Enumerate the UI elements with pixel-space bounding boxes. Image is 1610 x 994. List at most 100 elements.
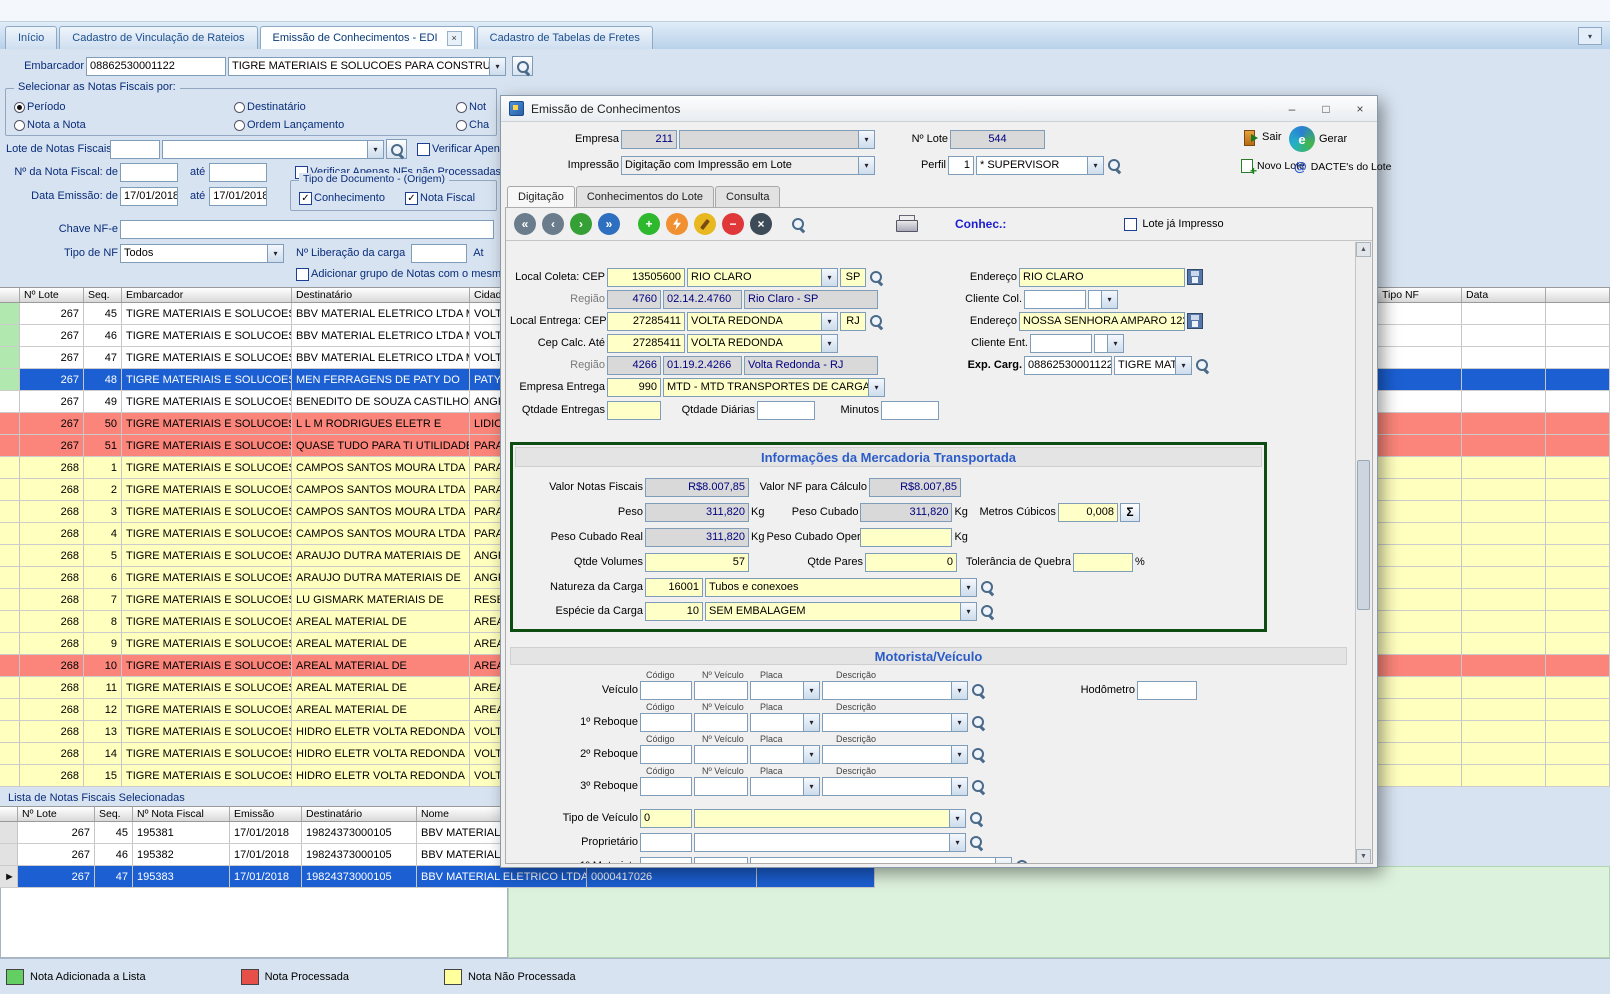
menu-item[interactable] — [120, 8, 138, 14]
close-tab-icon[interactable]: × — [447, 31, 462, 46]
menu-item[interactable] — [66, 8, 84, 14]
lote-field[interactable]: 544 — [950, 130, 1045, 149]
nav-first-button[interactable]: « — [514, 213, 536, 235]
chave-input[interactable] — [120, 220, 494, 239]
coleta-search-button[interactable] — [868, 269, 885, 286]
lote-input[interactable] — [110, 140, 160, 159]
menu-item[interactable] — [138, 8, 156, 14]
tab-conhecimentos-lote[interactable]: Conhecimentos do Lote — [576, 186, 714, 207]
reboque1-codigo-input[interactable] — [640, 713, 692, 732]
empresa-entrega-codigo-input[interactable]: 990 — [607, 378, 661, 397]
maximize-button[interactable]: □ — [1309, 98, 1343, 119]
edit-button[interactable] — [694, 213, 716, 235]
embarcador-code-input[interactable]: 08862530001122 — [86, 57, 226, 76]
radio-not[interactable]: Not — [456, 97, 486, 117]
lote-search-button[interactable] — [386, 139, 407, 159]
cancel-button[interactable]: × — [750, 213, 772, 235]
minimize-button[interactable]: – — [1275, 98, 1309, 119]
scroll-down-icon[interactable]: ▼ — [1356, 849, 1371, 864]
menu-item[interactable] — [12, 8, 30, 14]
exp-carg-search-button[interactable] — [1194, 357, 1211, 374]
tab-list-dropdown-button[interactable]: ▾ — [1578, 27, 1602, 45]
tipo-veiculo-codigo-input[interactable]: 0 — [640, 809, 692, 828]
header-seq[interactable]: Seq. — [95, 807, 133, 821]
header-tipo-nf[interactable]: Tipo NF — [1378, 288, 1462, 302]
header-nota-fiscal[interactable]: Nº Nota Fiscal — [133, 807, 230, 821]
tab-consulta[interactable]: Consulta — [715, 186, 780, 207]
exp-carg-cnpj-input[interactable]: 08862530001122 — [1024, 356, 1112, 375]
veiculo-search-button[interactable] — [970, 682, 987, 699]
menu-item[interactable] — [84, 8, 102, 14]
radio-periodo[interactable]: Período — [14, 97, 66, 117]
grupo-checkbox-row[interactable]: Adicionar grupo de Notas com o mesm — [296, 264, 501, 284]
embarcador-search-button[interactable] — [512, 56, 533, 76]
peso-cubado-oper-input[interactable] — [860, 528, 952, 547]
reboque3-placa-combo[interactable] — [750, 777, 820, 796]
lote-impresso-checkbox[interactable] — [1124, 218, 1137, 231]
menu-item[interactable] — [30, 8, 48, 14]
vertical-scrollbar[interactable]: ▲ ▼ — [1355, 242, 1371, 864]
coleta-cep-input[interactable]: 13505600 — [607, 268, 685, 287]
cliente-ent-combo[interactable] — [1094, 334, 1124, 353]
motorista1-codigo-input[interactable] — [640, 857, 692, 865]
dacte-button[interactable]: @ DACTE's do Lote — [1294, 159, 1391, 174]
empresa-entrega-combo[interactable]: MTD - MTD TRANSPORTES DE CARGAS LTD — [663, 378, 885, 397]
header-data[interactable]: Data — [1462, 288, 1546, 302]
reboque2-codigo-input[interactable] — [640, 745, 692, 764]
reboque1-search-button[interactable] — [970, 714, 987, 731]
radio-destinatario[interactable]: Destinatário — [234, 97, 306, 117]
reboque2-descricao-combo[interactable] — [822, 745, 968, 764]
coleta-uf-field[interactable]: SP — [840, 268, 866, 287]
sigma-button[interactable]: Σ — [1120, 503, 1140, 522]
proprietario-codigo-input[interactable] — [640, 833, 692, 852]
reboque3-search-button[interactable] — [970, 778, 987, 795]
menu-item[interactable] — [102, 8, 120, 14]
header-embarcador[interactable]: Embarcador — [122, 288, 292, 302]
print-button[interactable] — [895, 215, 917, 233]
veiculo-placa-combo[interactable] — [750, 681, 820, 700]
natureza-codigo-input[interactable]: 16001 — [645, 578, 703, 597]
reboque1-descricao-combo[interactable] — [822, 713, 968, 732]
veiculo-codigo-input[interactable] — [640, 681, 692, 700]
motorista1-doc-input[interactable] — [694, 857, 748, 865]
cliente-col-input[interactable] — [1024, 290, 1086, 309]
tipo-nf-combo[interactable]: Todos — [120, 244, 284, 263]
cep-calc-cidade-combo[interactable]: VOLTA REDONDA — [687, 334, 838, 353]
gerar-button[interactable]: Gerar — [1289, 126, 1347, 152]
nav-last-button[interactable]: » — [598, 213, 620, 235]
qtdade-diarias-input[interactable] — [757, 401, 815, 420]
motorista1-combo[interactable] — [750, 857, 1012, 865]
verificar-apenas-checkbox[interactable] — [417, 143, 430, 156]
natureza-combo[interactable]: Tubos e conexoes — [705, 578, 977, 597]
insert-button[interactable]: + — [638, 213, 660, 235]
header-seq[interactable]: Seq. — [84, 288, 122, 302]
header-lote[interactable]: Nº Lote — [18, 807, 95, 821]
impressao-combo[interactable]: Digitação com Impressão em Lote — [621, 156, 875, 175]
cliente-ent-input[interactable] — [1030, 334, 1092, 353]
nf-de-input[interactable] — [120, 163, 178, 182]
embarcador-combo[interactable]: TIGRE MATERIAIS E SOLUCOES PARA CONSTRUC… — [228, 57, 506, 76]
empresa-name-combo[interactable] — [679, 130, 875, 149]
search-button[interactable] — [790, 216, 807, 233]
liberacao-input[interactable] — [411, 244, 467, 263]
tab-digitacao[interactable]: Digitação — [507, 186, 575, 207]
process-button[interactable] — [666, 213, 688, 235]
header-destinatario[interactable]: Destinatário — [302, 807, 417, 821]
header-emissao[interactable]: Emissão — [230, 807, 302, 821]
qtde-pares-input[interactable]: 0 — [865, 553, 957, 572]
radio-ordem-lancamento[interactable]: Ordem Lançamento — [234, 115, 344, 135]
tipo-veiculo-combo[interactable] — [694, 809, 966, 828]
cep-calc-input[interactable]: 27285411 — [607, 334, 685, 353]
data-ate-input[interactable]: 17/01/2018 — [209, 187, 267, 206]
lote-combo[interactable] — [162, 140, 384, 159]
conhecimento-checkbox-row[interactable]: Conhecimento — [299, 188, 385, 208]
cliente-col-combo[interactable] — [1088, 290, 1118, 309]
qtde-volumes-input[interactable]: 57 — [645, 553, 749, 572]
proprietario-search-button[interactable] — [968, 834, 985, 851]
reboque3-numero-input[interactable] — [694, 777, 748, 796]
delete-button[interactable]: − — [722, 213, 744, 235]
entrega-search-button[interactable] — [868, 313, 885, 330]
scrollbar-thumb[interactable] — [1357, 460, 1370, 610]
tolerancia-input[interactable] — [1073, 553, 1133, 572]
tab-emissao-conhecimentos[interactable]: Emissão de Conhecimentos - EDI × — [260, 26, 475, 49]
